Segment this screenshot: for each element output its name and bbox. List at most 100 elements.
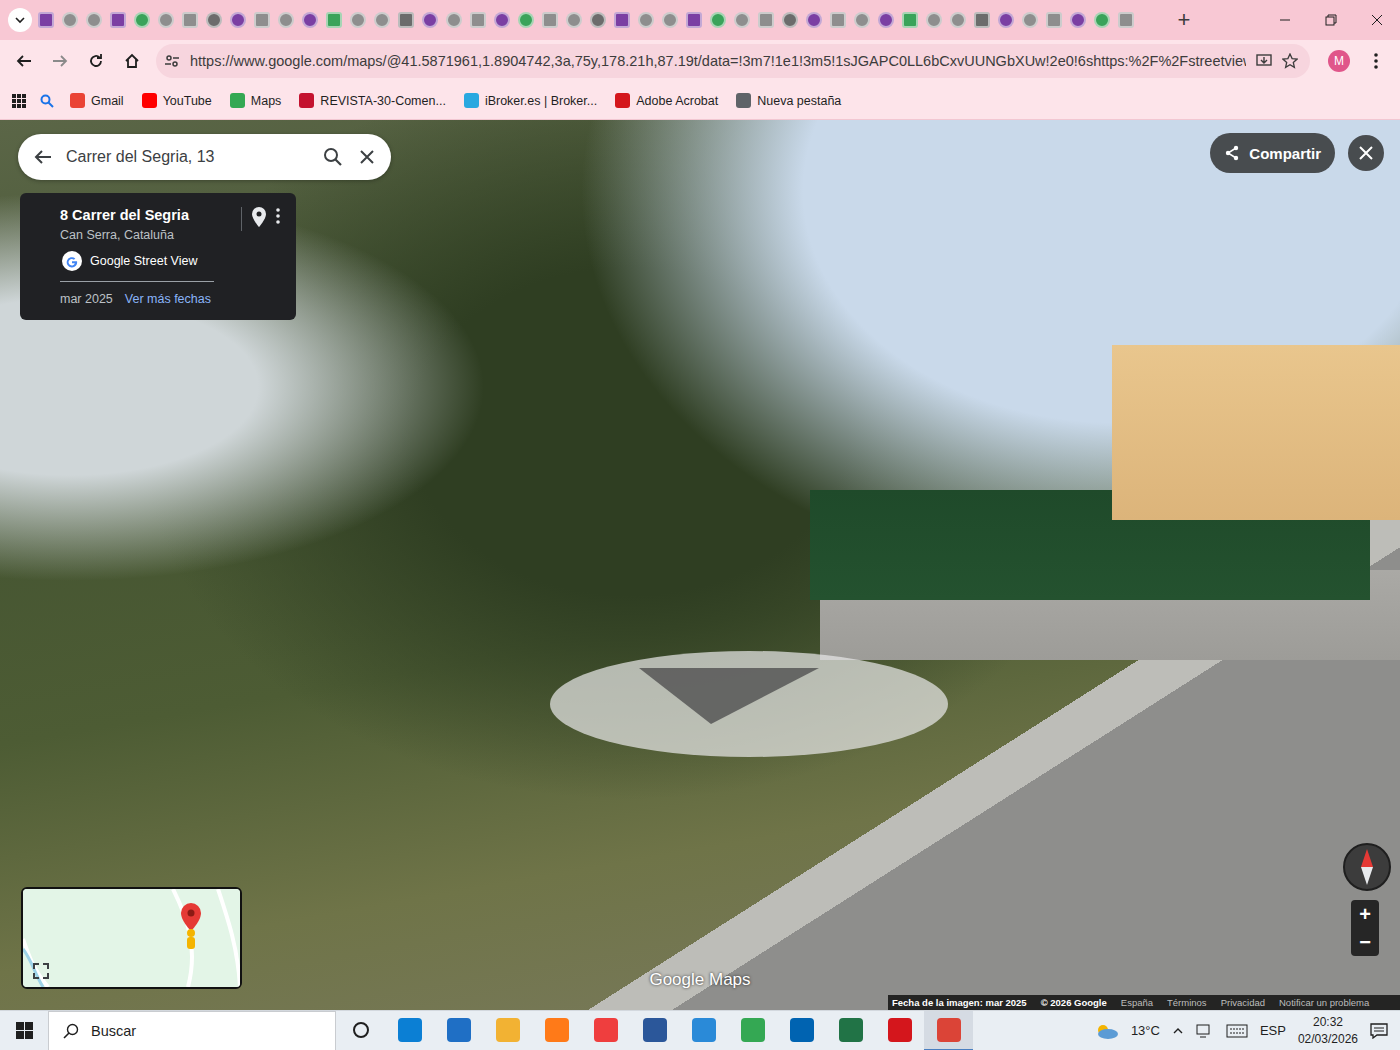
tab-favicon[interactable] <box>902 12 918 28</box>
reload-button[interactable] <box>80 45 112 77</box>
tab-favicon[interactable] <box>542 12 558 28</box>
tab-favicon[interactable] <box>1094 12 1110 28</box>
search-icon[interactable] <box>323 147 343 167</box>
taskbar-app[interactable] <box>385 1011 434 1050</box>
taskbar-app[interactable] <box>581 1011 630 1050</box>
tab-favicon[interactable] <box>302 12 318 28</box>
clear-icon[interactable] <box>357 147 377 167</box>
tab-favicon[interactable] <box>1022 12 1038 28</box>
tab-favicon[interactable] <box>590 12 606 28</box>
tab-favicon[interactable] <box>758 12 774 28</box>
tab-favicon[interactable] <box>950 12 966 28</box>
tab-favicon[interactable] <box>182 12 198 28</box>
tab-favicon[interactable] <box>374 12 390 28</box>
taskbar-app[interactable] <box>532 1011 581 1050</box>
menu-button[interactable] <box>1360 45 1392 77</box>
tab-favicon[interactable] <box>782 12 798 28</box>
tab-favicon[interactable] <box>206 12 222 28</box>
footer-link[interactable]: Notificar un problema <box>1279 997 1369 1008</box>
bookmark-item[interactable]: iBroker.es | Broker... <box>462 91 599 110</box>
footer-link[interactable]: España <box>1121 997 1153 1008</box>
taskbar-app[interactable] <box>826 1011 875 1050</box>
clock[interactable]: 20:3202/03/2026 <box>1298 1014 1358 1046</box>
taskbar-app[interactable] <box>777 1011 826 1050</box>
input-language[interactable]: ESP <box>1260 1023 1286 1038</box>
tab-favicon[interactable] <box>230 12 246 28</box>
bookmark-item[interactable]: YouTube <box>140 91 214 110</box>
task-view-button[interactable] <box>336 1011 385 1050</box>
tab-search-button[interactable] <box>8 8 32 32</box>
tab-favicon[interactable] <box>734 12 750 28</box>
tab-favicon[interactable] <box>62 12 78 28</box>
tab-favicon[interactable] <box>398 12 414 28</box>
taskbar-app[interactable] <box>924 1011 973 1050</box>
expand-icon[interactable] <box>33 963 49 979</box>
footer-link[interactable]: Privacidad <box>1221 997 1265 1008</box>
tab-favicon[interactable] <box>446 12 462 28</box>
bookmark-item[interactable]: REVISTA-30-Comen... <box>297 91 448 110</box>
tab-favicon[interactable] <box>830 12 846 28</box>
taskbar-app[interactable] <box>434 1011 483 1050</box>
restore-button[interactable] <box>1308 0 1354 40</box>
taskbar-search[interactable]: Buscar <box>48 1011 336 1050</box>
back-arrow-icon[interactable] <box>34 148 52 166</box>
bookmark-item[interactable]: Nueva pestaña <box>734 91 843 110</box>
tab-favicon[interactable] <box>878 12 894 28</box>
bookmark-item[interactable]: Maps <box>228 91 284 110</box>
notifications-icon[interactable] <box>1370 1023 1388 1039</box>
street-view-panorama[interactable]: Carrer del Segria, 138 Carrer del Segria… <box>0 120 1400 1010</box>
tab-favicon[interactable] <box>350 12 366 28</box>
tab-favicon[interactable] <box>86 12 102 28</box>
new-tab-button[interactable]: + <box>1166 9 1202 31</box>
tab-favicon[interactable] <box>278 12 294 28</box>
search-icon[interactable] <box>40 94 54 108</box>
tab-favicon[interactable] <box>38 12 54 28</box>
tab-favicon[interactable] <box>1070 12 1086 28</box>
location-pin-icon[interactable] <box>252 207 266 227</box>
tab-favicon[interactable] <box>518 12 534 28</box>
profile-avatar[interactable]: M <box>1328 50 1350 72</box>
minimize-button[interactable] <box>1262 0 1308 40</box>
zoom-out-button[interactable]: − <box>1351 928 1379 956</box>
tab-favicon[interactable] <box>710 12 726 28</box>
more-vertical-icon[interactable] <box>276 207 280 225</box>
tab-favicon[interactable] <box>998 12 1014 28</box>
address-bar[interactable]: https://www.google.com/maps/@41.5871961,… <box>156 44 1310 78</box>
taskbar-app[interactable] <box>875 1011 924 1050</box>
tab-favicon[interactable] <box>470 12 486 28</box>
tab-favicon[interactable] <box>926 12 942 28</box>
tab-favicon[interactable] <box>686 12 702 28</box>
maps-search-box[interactable]: Carrer del Segria, 13 <box>18 134 391 180</box>
tab-favicon[interactable] <box>158 12 174 28</box>
mini-map[interactable] <box>21 887 242 989</box>
apps-grid-icon[interactable] <box>12 94 26 108</box>
keyboard-icon[interactable] <box>1226 1024 1248 1038</box>
start-button[interactable] <box>0 1011 48 1050</box>
network-icon[interactable] <box>1196 1023 1214 1039</box>
taskbar-app[interactable] <box>679 1011 728 1050</box>
tab-favicon[interactable] <box>254 12 270 28</box>
tab-favicon[interactable] <box>566 12 582 28</box>
install-app-icon[interactable] <box>1256 53 1272 69</box>
tab-favicon[interactable] <box>1046 12 1062 28</box>
tab-favicon[interactable] <box>614 12 630 28</box>
bookmark-star-icon[interactable] <box>1282 53 1298 69</box>
footer-link[interactable]: Términos <box>1167 997 1207 1008</box>
compass-button[interactable] <box>1343 843 1391 891</box>
tab-favicon[interactable] <box>110 12 126 28</box>
home-button[interactable] <box>116 45 148 77</box>
tab-favicon[interactable] <box>806 12 822 28</box>
taskbar-app[interactable] <box>483 1011 532 1050</box>
bookmark-item[interactable]: Adobe Acrobat <box>613 91 720 110</box>
close-street-view-button[interactable] <box>1348 135 1384 171</box>
tab-favicon[interactable] <box>974 12 990 28</box>
tab-favicon[interactable] <box>854 12 870 28</box>
tab-favicon[interactable] <box>1118 12 1134 28</box>
tab-favicon[interactable] <box>134 12 150 28</box>
taskbar-app[interactable] <box>630 1011 679 1050</box>
more-dates-link[interactable]: Ver más fechas <box>125 292 211 306</box>
navigation-arrow[interactable] <box>549 650 949 758</box>
zoom-in-button[interactable]: + <box>1351 900 1379 928</box>
taskbar-app[interactable] <box>728 1011 777 1050</box>
close-window-button[interactable] <box>1354 0 1400 40</box>
